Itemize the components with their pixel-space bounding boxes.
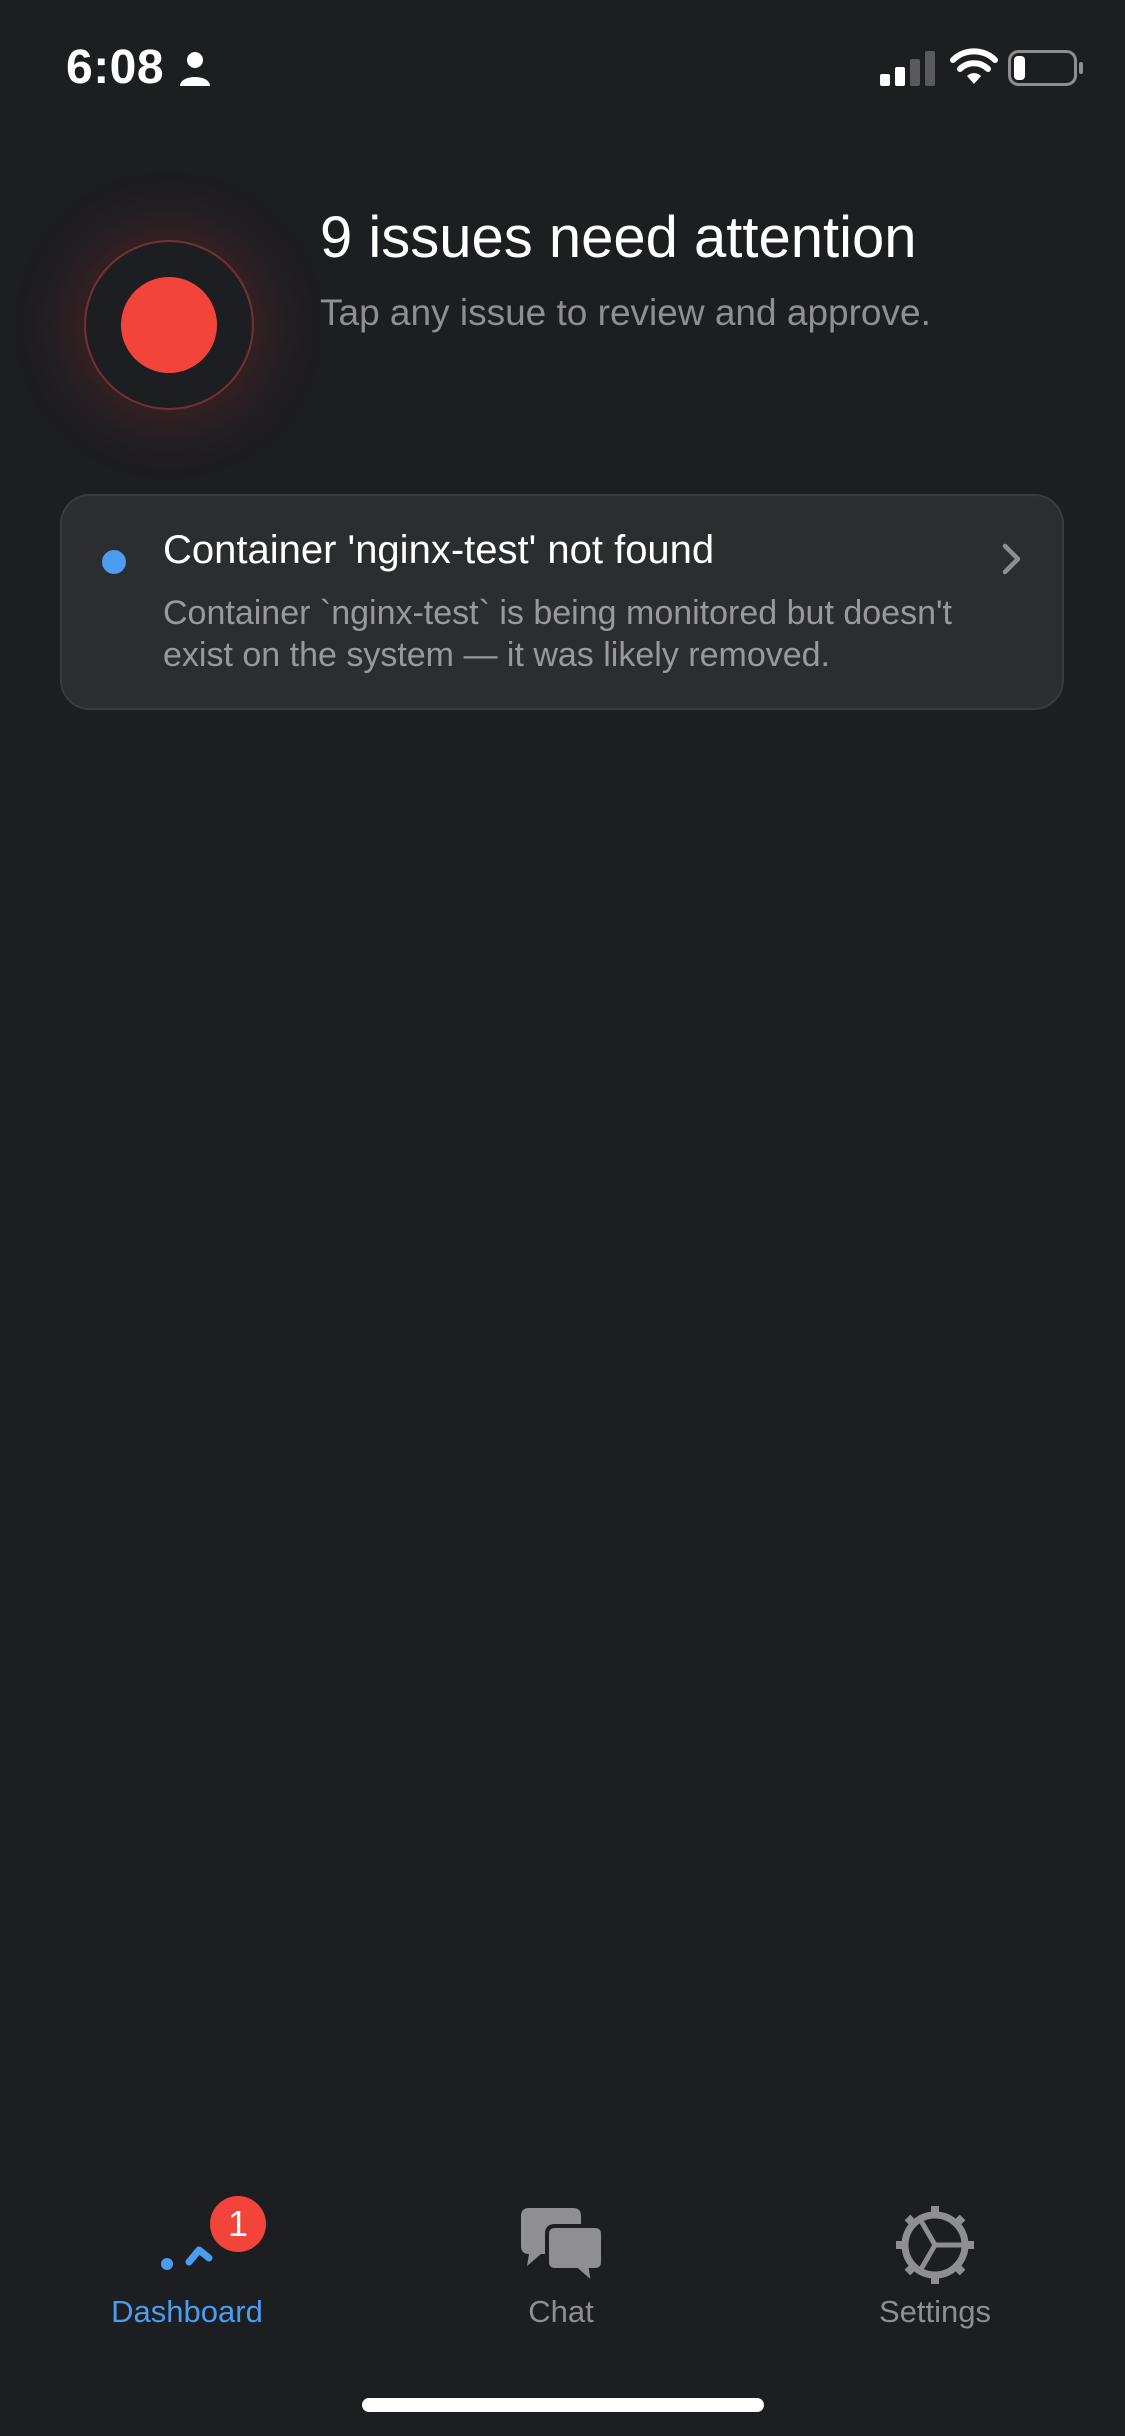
issue-status-dot bbox=[102, 550, 126, 574]
tab-chat[interactable]: Chat bbox=[431, 2180, 691, 2340]
status-bar: 6:08 bbox=[0, 0, 1125, 140]
tab-bar: 1 Dashboard Chat Settings bbox=[0, 2180, 1125, 2360]
page-subtitle: Tap any issue to review and approve. bbox=[320, 292, 931, 333]
chat-bubbles-icon bbox=[521, 2208, 605, 2290]
person-icon bbox=[180, 52, 210, 86]
tab-settings[interactable]: Settings bbox=[805, 2180, 1065, 2340]
tab-dashboard[interactable]: 1 Dashboard bbox=[57, 2180, 317, 2340]
tab-label-dashboard: Dashboard bbox=[111, 2294, 263, 2329]
chevron-right-icon bbox=[1002, 543, 1021, 575]
status-time: 6:08 bbox=[66, 41, 165, 94]
tab-label-chat: Chat bbox=[528, 2294, 594, 2329]
issue-description: Container `nginx-test` is being monitore… bbox=[163, 594, 952, 674]
alert-indicator bbox=[84, 240, 254, 410]
alert-dot bbox=[121, 277, 217, 373]
wifi-icon bbox=[950, 48, 998, 84]
issue-card[interactable]: Container 'nginx-test' not found Contain… bbox=[60, 494, 1064, 710]
battery-icon bbox=[1008, 50, 1083, 86]
signal-icon bbox=[880, 51, 935, 86]
gear-icon bbox=[896, 2206, 974, 2284]
page-title: 9 issues need attention bbox=[320, 205, 917, 270]
tab-badge: 1 bbox=[210, 2196, 266, 2252]
tab-label-settings: Settings bbox=[878, 2294, 991, 2329]
home-indicator[interactable] bbox=[362, 2398, 764, 2412]
issue-title: Container 'nginx-test' not found bbox=[163, 528, 715, 572]
